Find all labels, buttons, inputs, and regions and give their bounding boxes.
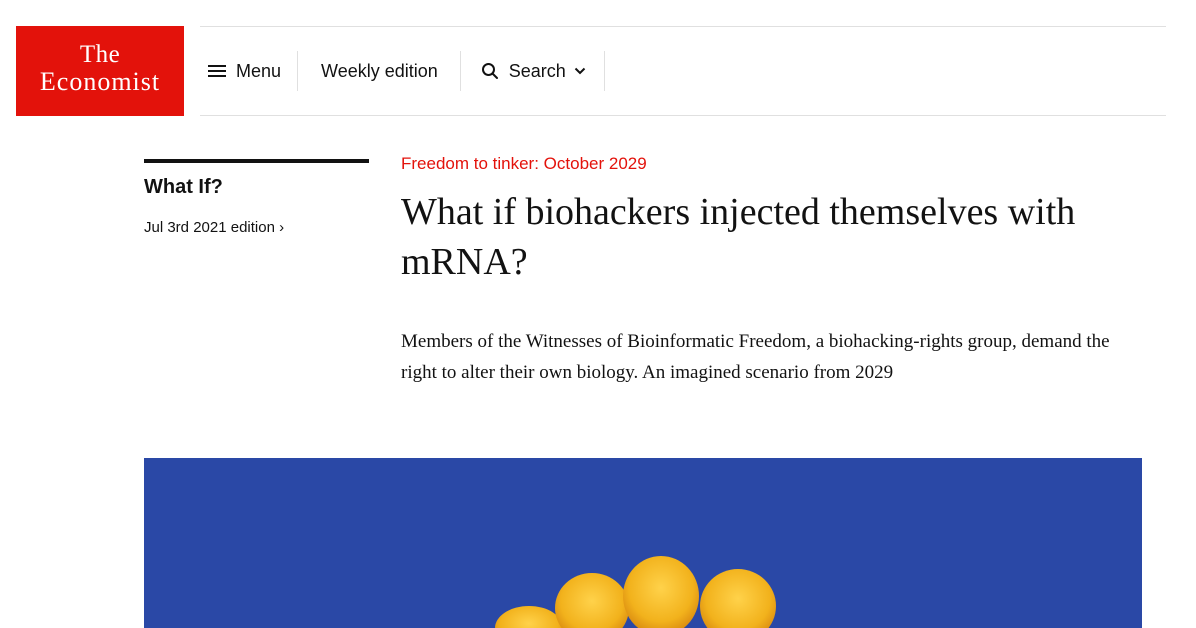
logo-line-1: The: [79, 41, 121, 68]
article-headline: What if biohackers injected themselves w…: [401, 191, 1076, 283]
section-rule: [144, 159, 369, 163]
article-standfirst: Members of the Witnesses of Bioinformati…: [401, 331, 1110, 383]
menu-button[interactable]: Menu: [200, 51, 299, 91]
hamburger-icon: [208, 64, 226, 78]
economist-logo[interactable]: The Economist: [16, 26, 184, 116]
chevron-down-icon: [574, 67, 586, 75]
weekly-edition-link[interactable]: Weekly edition: [298, 51, 461, 91]
section-title: What If?: [144, 176, 223, 198]
search-icon: [481, 63, 498, 79]
logo-line-2: Economist: [39, 67, 161, 96]
search-label: Search: [508, 60, 566, 81]
article-kicker[interactable]: Freedom to tinker: October 2029: [401, 154, 647, 174]
weekly-edition-label: Weekly edition: [321, 60, 438, 81]
top-navigation: Menu Weekly edition Search: [200, 26, 1166, 116]
edition-link[interactable]: Jul 3rd 2021 edition ›: [144, 219, 284, 236]
hero-image: [144, 458, 1142, 628]
menu-label: Menu: [236, 60, 282, 81]
hero-illustration-fingers: [144, 458, 1142, 628]
search-button[interactable]: Search: [461, 51, 605, 91]
